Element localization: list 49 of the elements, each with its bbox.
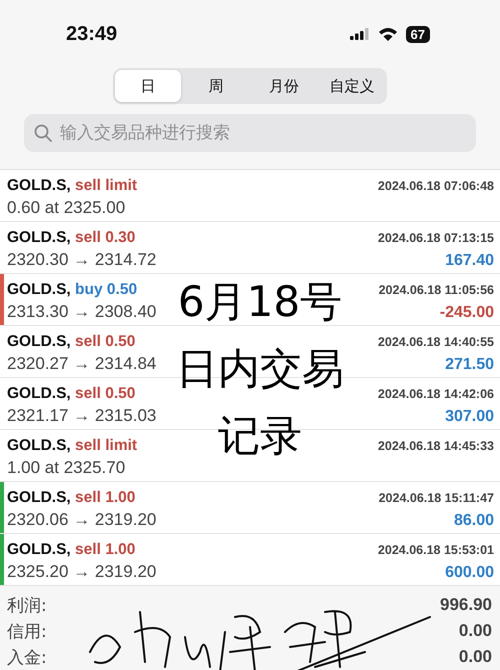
trade-title: GOLD.S, sell 1.00 bbox=[7, 540, 136, 558]
wifi-icon bbox=[378, 27, 398, 41]
trade-title: GOLD.S, sell 0.50 bbox=[7, 332, 136, 350]
trade-time: 2024.06.18 15:53:01 bbox=[378, 542, 494, 556]
trade-profit: -245.00 bbox=[440, 304, 494, 322]
summary-label: 入金: bbox=[7, 646, 47, 668]
trade-title: GOLD.S, buy 0.50 bbox=[7, 280, 138, 298]
trade-prices: 2320.06 → 2319.20 bbox=[7, 510, 156, 530]
trade-prices: 2313.30 → 2308.40 bbox=[7, 302, 156, 322]
trade-profit: 167.40 bbox=[445, 252, 494, 270]
overlay-caption: 记录 bbox=[218, 410, 302, 462]
trade-prices: 0.60 at 2325.00 bbox=[7, 198, 126, 218]
trade-time: 2024.06.18 14:40:55 bbox=[378, 334, 494, 348]
trade-profit: 271.50 bbox=[445, 356, 494, 374]
summary-value: 0.00 bbox=[458, 647, 492, 667]
period-tab[interactable]: 日 bbox=[115, 70, 181, 102]
search-field[interactable]: 输入交易品种进行搜索 bbox=[24, 114, 476, 152]
trade-profit: 600.00 bbox=[445, 564, 494, 582]
signal-icon bbox=[350, 28, 370, 40]
trade-title: GOLD.S, sell limit bbox=[7, 176, 138, 194]
period-tab[interactable]: 自定义 bbox=[319, 70, 385, 102]
trade-profit: 307.00 bbox=[445, 408, 494, 426]
summary-label: 信用: bbox=[7, 620, 47, 642]
overlay-caption: 6月18号 bbox=[178, 276, 342, 328]
trade-time: 2024.06.18 15:11:47 bbox=[378, 490, 494, 504]
search-icon bbox=[34, 124, 52, 142]
trade-time: 2024.06.18 11:05:56 bbox=[378, 282, 494, 296]
summary-value: 996.90 bbox=[440, 595, 492, 615]
trade-title: GOLD.S, sell limit bbox=[7, 436, 138, 454]
summary-label: 利润: bbox=[7, 594, 47, 616]
status-time: 23:49 bbox=[66, 22, 118, 46]
battery-icon: 67 bbox=[406, 26, 430, 42]
trade-time: 2024.06.18 14:45:33 bbox=[378, 438, 494, 452]
trade-prices: 2320.30 → 2314.72 bbox=[7, 250, 156, 270]
trade-title: GOLD.S, sell 0.50 bbox=[7, 384, 136, 402]
summary-value: 0.00 bbox=[458, 621, 492, 641]
trade-title: GOLD.S, sell 0.30 bbox=[7, 228, 136, 246]
trade-prices: 2321.17 → 2315.03 bbox=[7, 406, 156, 426]
trade-prices: 2320.27 → 2314.84 bbox=[7, 354, 156, 374]
period-tab[interactable]: 周 bbox=[183, 70, 249, 102]
period-tab[interactable]: 月份 bbox=[251, 70, 317, 102]
trade-time: 2024.06.18 07:13:15 bbox=[378, 230, 494, 244]
trade-time: 2024.06.18 07:06:48 bbox=[378, 178, 494, 192]
trade-prices: 1.00 at 2325.70 bbox=[7, 458, 126, 478]
trade-title: GOLD.S, sell 1.00 bbox=[7, 488, 136, 506]
trade-profit: 86.00 bbox=[454, 512, 494, 530]
overlay-caption: 日内交易 bbox=[176, 343, 344, 396]
trade-time: 2024.06.18 14:42:06 bbox=[378, 386, 494, 400]
trade-prices: 2325.20 → 2319.20 bbox=[7, 562, 156, 582]
